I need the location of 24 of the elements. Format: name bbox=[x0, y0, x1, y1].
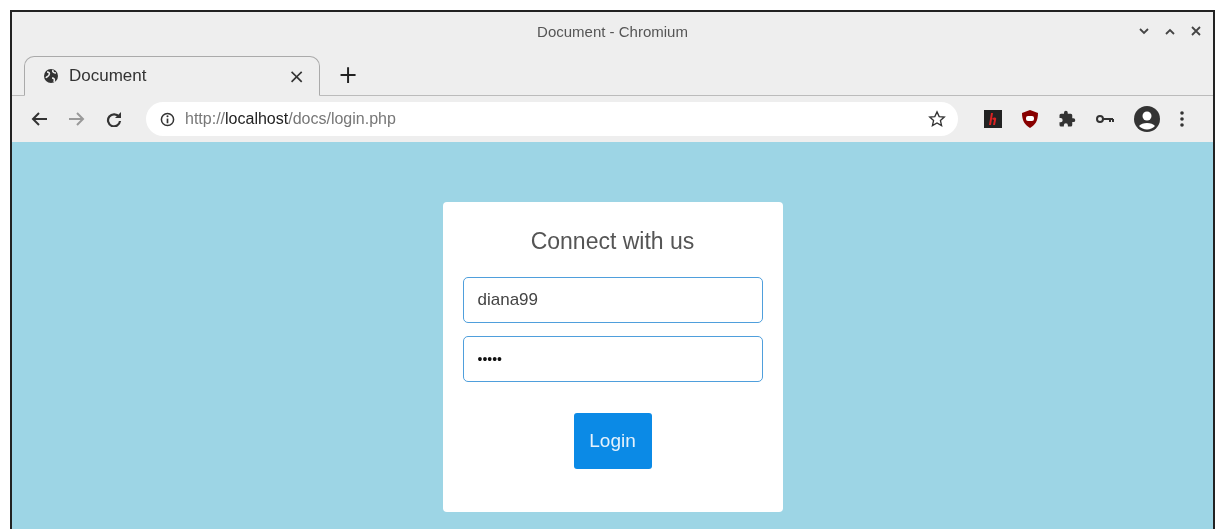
url-text: http://localhost/docs/login.php bbox=[185, 110, 397, 128]
extension-icon[interactable] bbox=[984, 110, 1002, 128]
tab-close-button[interactable]: × bbox=[286, 64, 307, 88]
window-title: Document - Chromium bbox=[537, 22, 688, 40]
browser-tab[interactable]: Document × bbox=[24, 56, 320, 96]
globe-icon bbox=[43, 68, 59, 84]
tab-title: Document bbox=[69, 66, 148, 86]
reload-icon[interactable] bbox=[106, 111, 122, 127]
new-tab-button[interactable]: + bbox=[334, 61, 363, 89]
password-field[interactable]: ••••• bbox=[462, 336, 763, 382]
shield-icon[interactable] bbox=[1022, 110, 1038, 128]
minimize-icon[interactable] bbox=[1139, 27, 1149, 35]
puzzle-icon[interactable] bbox=[1058, 110, 1076, 128]
address-bar[interactable]: http://localhost/docs/login.php bbox=[146, 102, 958, 136]
key-icon[interactable] bbox=[1096, 114, 1114, 124]
close-icon[interactable] bbox=[1191, 26, 1201, 36]
login-heading: Connect with us bbox=[530, 228, 695, 255]
info-icon bbox=[160, 111, 175, 127]
star-icon[interactable] bbox=[928, 110, 946, 128]
profile-icon[interactable] bbox=[1134, 106, 1160, 132]
back-icon[interactable] bbox=[30, 111, 48, 127]
menu-icon[interactable] bbox=[1180, 111, 1184, 127]
maximize-icon[interactable] bbox=[1165, 27, 1175, 35]
username-field[interactable]: diana99 bbox=[462, 277, 763, 323]
